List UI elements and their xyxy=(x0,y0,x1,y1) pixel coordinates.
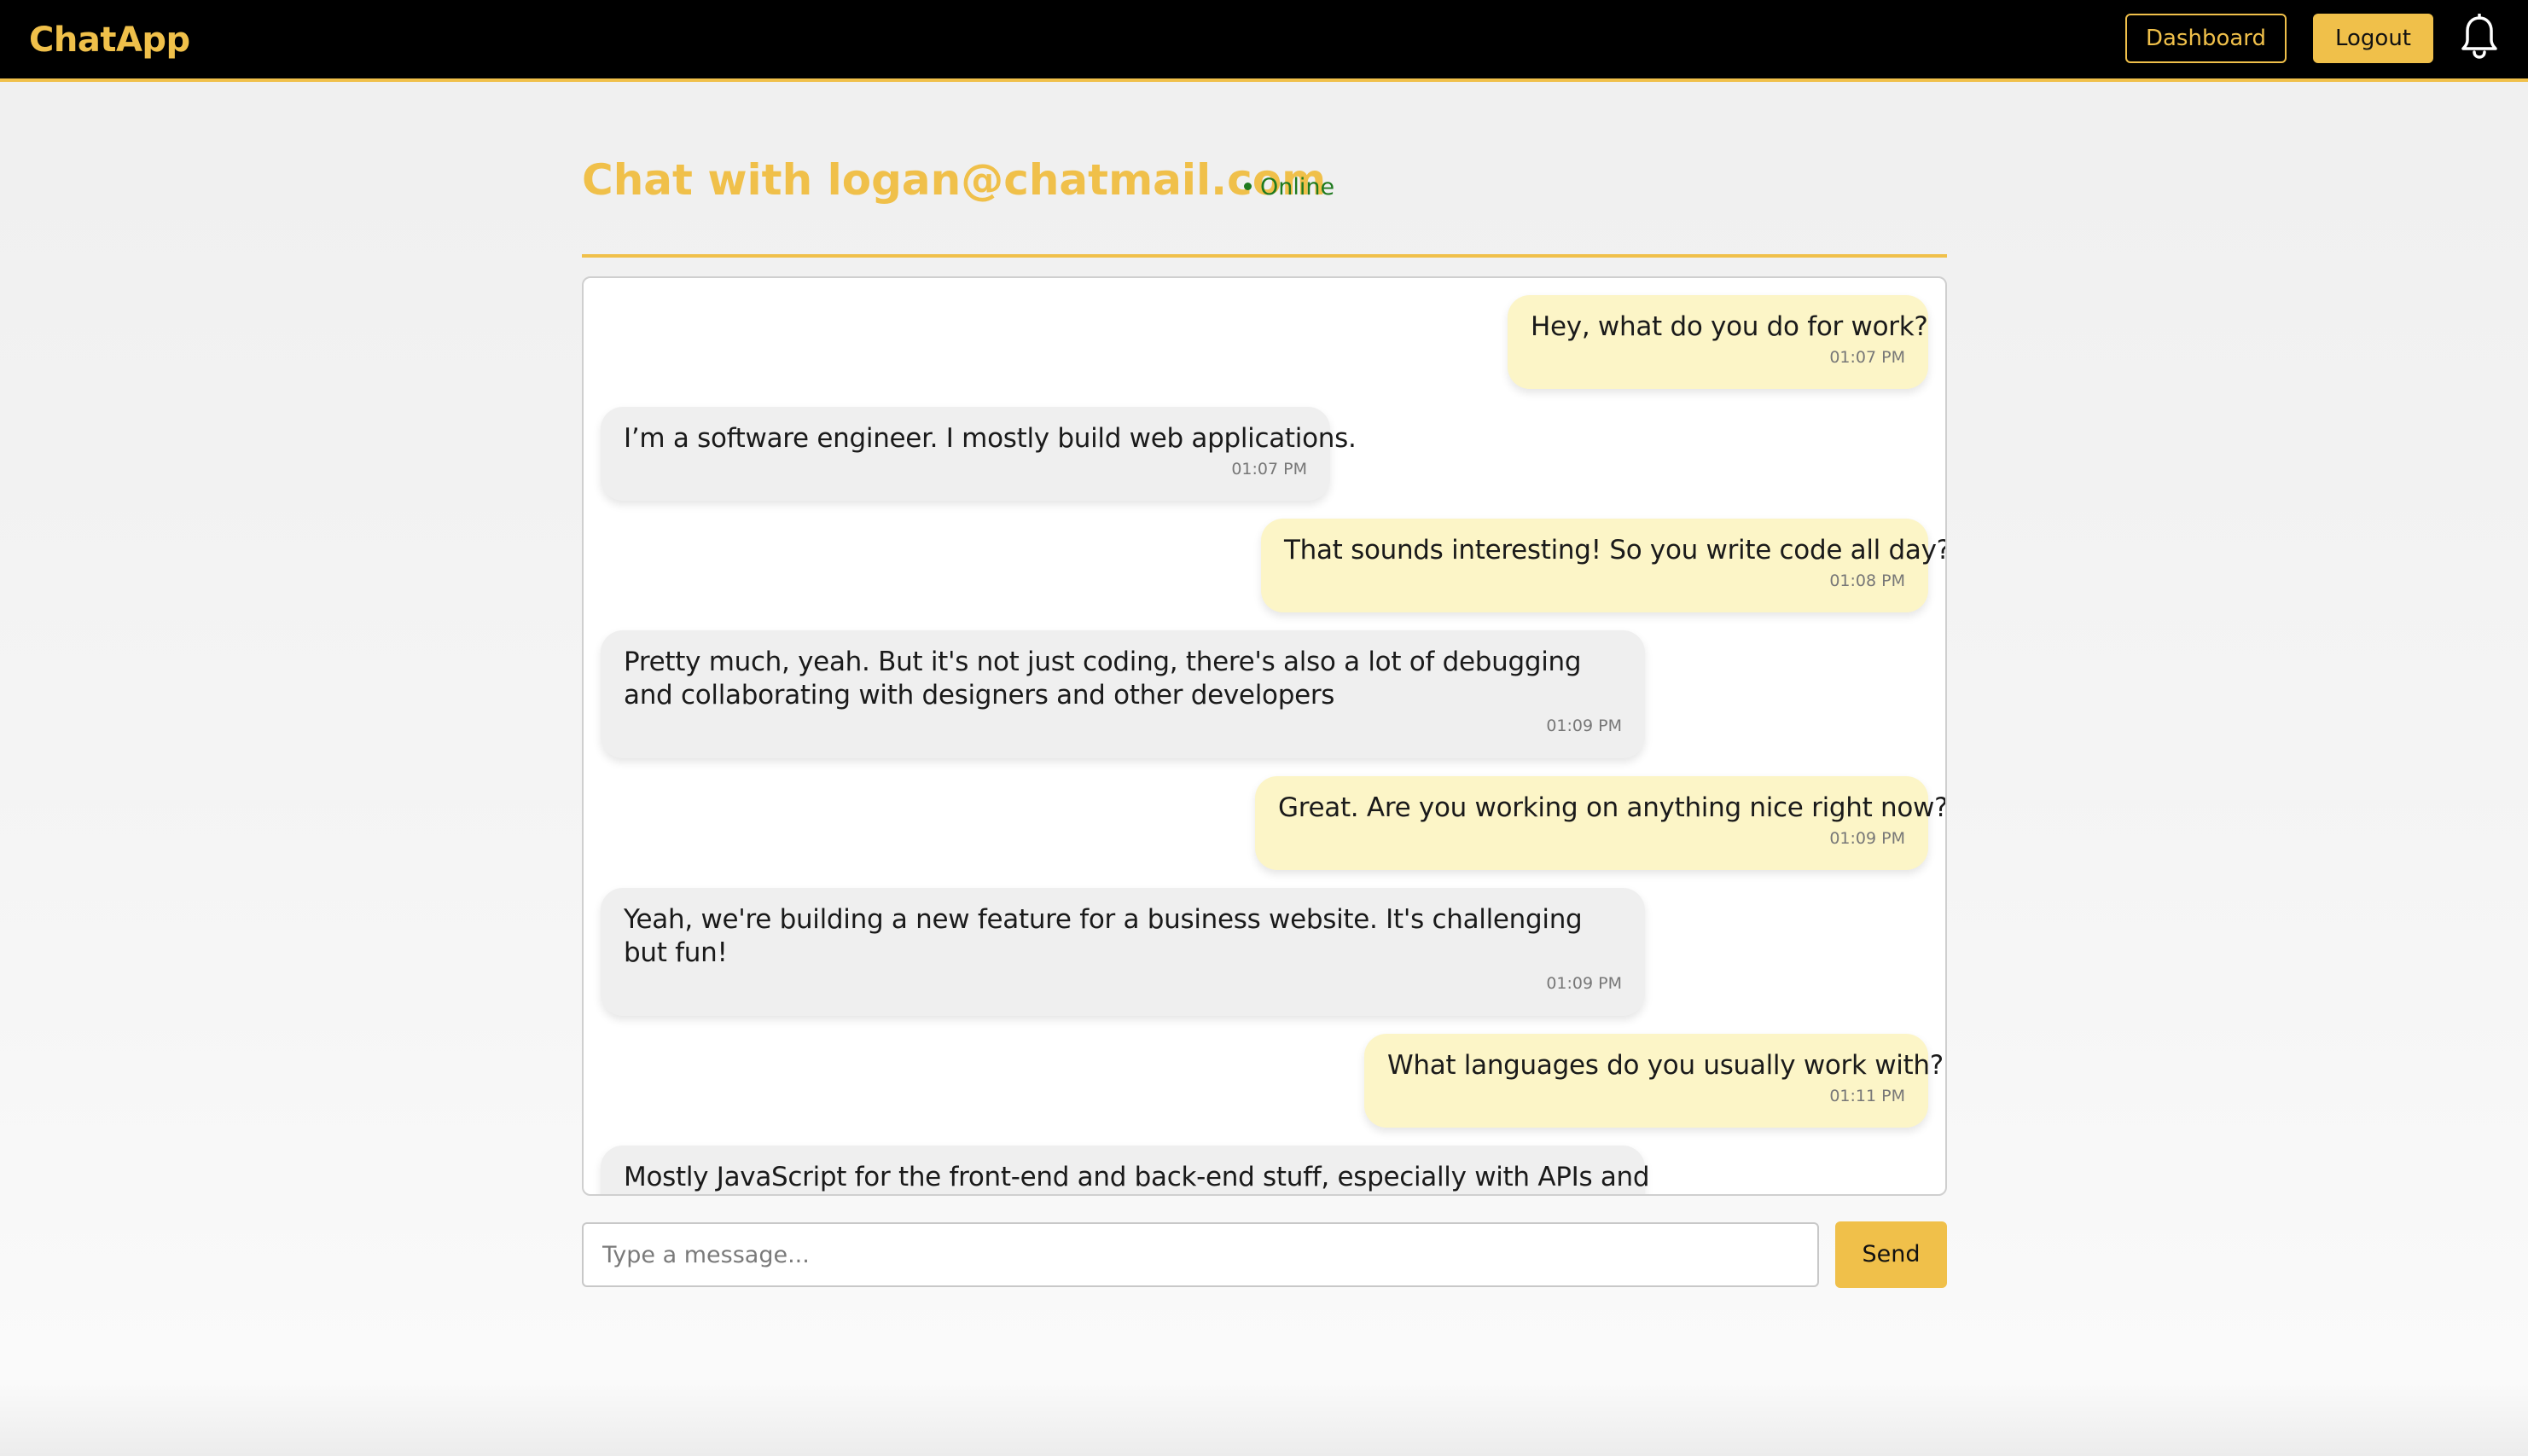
dashboard-button[interactable]: Dashboard xyxy=(2125,14,2287,63)
message-text: Great. Are you working on anything nice … xyxy=(1278,792,1947,823)
status-dot-icon xyxy=(1244,183,1252,190)
message-received: Mostly JavaScript for the front-end and … xyxy=(601,1146,1650,1194)
message-time: 01:09 PM xyxy=(1546,974,1622,993)
message-input[interactable] xyxy=(582,1222,1819,1287)
message-text: I’m a software engineer. I mostly build … xyxy=(624,423,1357,454)
message-received: Yeah, we're building a new feature for a… xyxy=(601,888,1645,1016)
message-time: 01:07 PM xyxy=(1231,460,1307,479)
header-divider xyxy=(582,254,1947,258)
chat-title: Chat with logan@chatmail.com xyxy=(582,155,1327,205)
message-time: 01:09 PM xyxy=(1829,829,1905,848)
online-status: Online xyxy=(1244,171,1334,205)
message-text: What languages do you usually work with? xyxy=(1387,1050,1944,1081)
message-text: Yeah, we're building a new feature for a… xyxy=(624,904,1583,968)
message-sent: That sounds interesting! So you write co… xyxy=(1261,519,1947,612)
message-text: Pretty much, yeah. But it's not just cod… xyxy=(624,647,1582,711)
message-text: Mostly JavaScript for the front-end and … xyxy=(624,1162,1650,1192)
message-sent: Hey, what do you do for work? 01:07 PM xyxy=(1508,295,1928,389)
message-sent: What languages do you usually work with?… xyxy=(1364,1034,1944,1128)
status-label: Online xyxy=(1260,174,1335,200)
top-navbar: ChatApp Dashboard Logout xyxy=(0,0,2528,82)
message-received: I’m a software engineer. I mostly build … xyxy=(601,407,1357,501)
message-time: 01:07 PM xyxy=(1829,348,1905,367)
message-text: Hey, what do you do for work? xyxy=(1531,311,1928,342)
message-time: 01:08 PM xyxy=(1829,571,1905,590)
send-button[interactable]: Send xyxy=(1835,1221,1947,1288)
message-time: 01:09 PM xyxy=(1546,716,1622,735)
message-received: Pretty much, yeah. But it's not just cod… xyxy=(601,630,1645,758)
message-sent: Great. Are you working on anything nice … xyxy=(1255,776,1947,870)
logout-button[interactable]: Logout xyxy=(2313,14,2433,63)
brand-logo[interactable]: ChatApp xyxy=(29,17,190,63)
message-time: 01:11 PM xyxy=(1829,1087,1905,1105)
bell-icon[interactable] xyxy=(2459,13,2500,60)
message-text: That sounds interesting! So you write co… xyxy=(1284,535,1947,566)
message-list[interactable]: Hey, what do you do for work? 01:07 PM I… xyxy=(582,276,1947,1196)
